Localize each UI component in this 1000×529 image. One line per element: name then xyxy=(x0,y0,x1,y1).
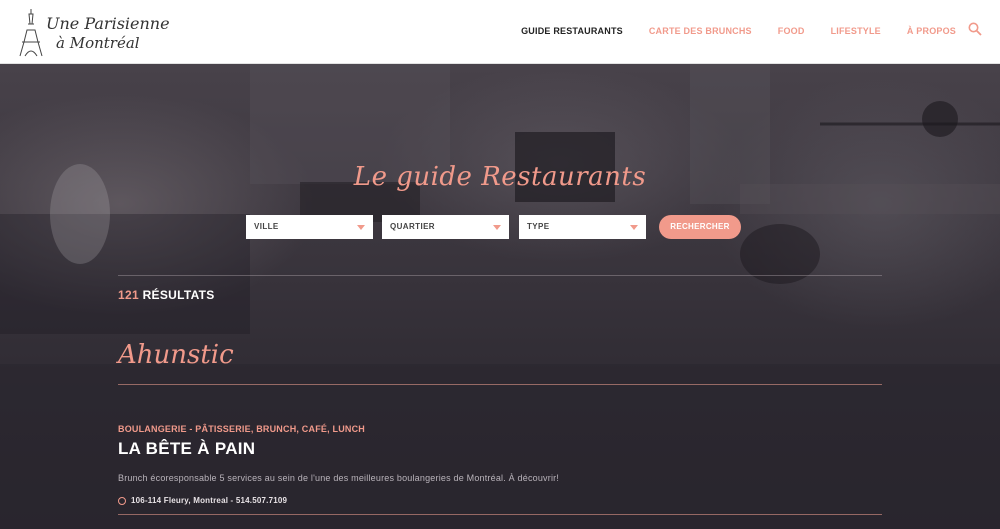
results-number: 121 xyxy=(118,288,139,302)
eiffel-tower-icon xyxy=(19,9,43,57)
search-icon[interactable] xyxy=(968,22,982,36)
divider xyxy=(118,514,882,515)
ville-select[interactable]: VILLE xyxy=(246,215,373,239)
logo-text-line1: Une Parisienne xyxy=(46,14,170,33)
location-pin-icon xyxy=(118,496,126,505)
rechercher-button[interactable]: RECHERCHER xyxy=(659,215,741,239)
logo-text-line2: à Montréal xyxy=(56,34,140,52)
main-nav: GUIDE RESTAURANTS CARTE DES BRUNCHS FOOD… xyxy=(495,0,956,62)
site-header: Une Parisienne à Montréal GUIDE RESTAURA… xyxy=(0,0,1000,64)
restaurant-name-link[interactable]: LA BÊTE À PAIN xyxy=(118,439,255,459)
site-logo[interactable]: Une Parisienne à Montréal xyxy=(16,8,170,58)
restaurant-categories: BOULANGERIE - PÂTISSERIE, BRUNCH, CAFÉ, … xyxy=(118,424,366,434)
quartier-select[interactable]: QUARTIER xyxy=(382,215,509,239)
chevron-down-icon xyxy=(357,225,365,230)
type-select[interactable]: TYPE xyxy=(519,215,646,239)
ville-select-label: VILLE xyxy=(254,222,279,231)
chevron-down-icon xyxy=(630,225,638,230)
hero-section: Le guide Restaurants VILLE QUARTIER TYPE… xyxy=(0,64,1000,529)
restaurant-address-text: 106-114 Fleury, Montreal - 514.507.7109 xyxy=(131,496,288,505)
results-count: 121 RÉSULTATS xyxy=(118,288,215,302)
nav-food[interactable]: FOOD xyxy=(778,26,805,36)
quartier-select-label: QUARTIER xyxy=(390,222,435,231)
page-title: Le guide Restaurants xyxy=(353,162,647,192)
neighborhood-title: Ahunstic xyxy=(118,340,234,370)
nav-guide-restaurants[interactable]: GUIDE RESTAURANTS xyxy=(521,26,623,36)
nav-a-propos[interactable]: À PROPOS xyxy=(907,26,956,36)
divider xyxy=(118,384,882,385)
nav-carte-des-brunchs[interactable]: CARTE DES BRUNCHS xyxy=(649,26,752,36)
chevron-down-icon xyxy=(493,225,501,230)
restaurant-description: Brunch écoresponsable 5 services au sein… xyxy=(118,473,560,483)
nav-lifestyle[interactable]: LIFESTYLE xyxy=(831,26,881,36)
restaurant-address: 106-114 Fleury, Montreal - 514.507.7109 xyxy=(118,496,287,505)
type-select-label: TYPE xyxy=(527,222,550,231)
divider xyxy=(118,275,882,276)
results-label: RÉSULTATS xyxy=(142,288,215,302)
